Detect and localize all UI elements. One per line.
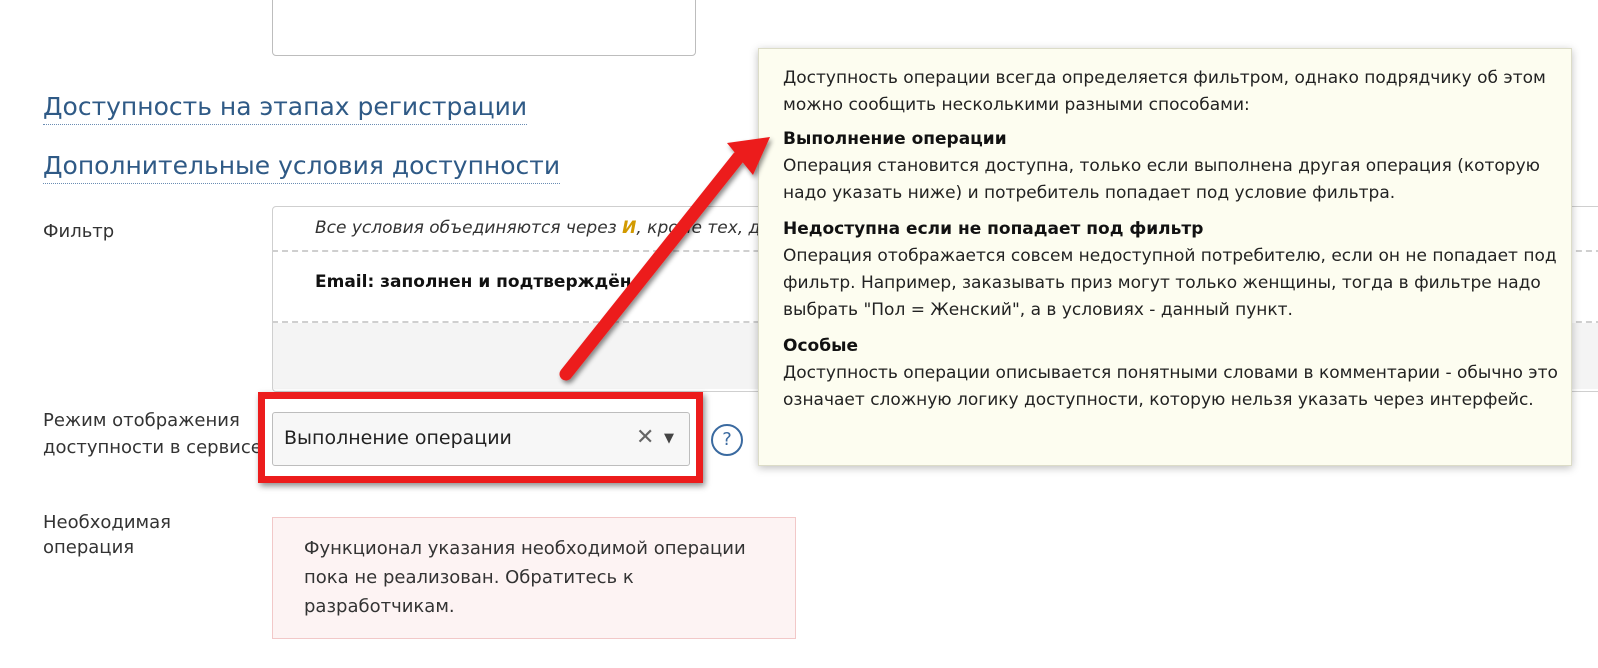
annotation-arrow bbox=[559, 137, 770, 381]
